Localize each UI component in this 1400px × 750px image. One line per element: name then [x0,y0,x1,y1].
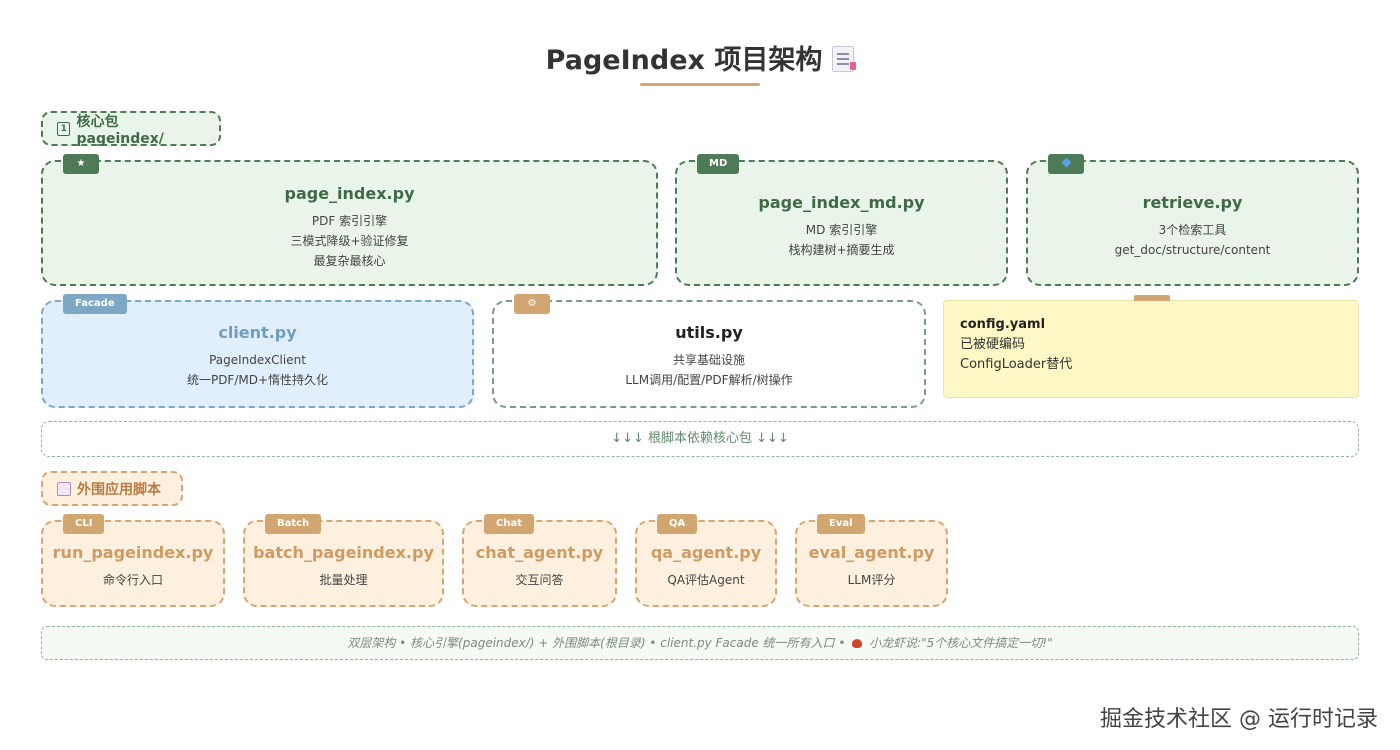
page-index-line-1: PDF 索引引擎 [311,214,388,228]
title-underline [640,83,760,86]
md-tag: MD [697,154,740,174]
dependency-bar: ↓↓↓ 根脚本依赖核心包 ↓↓↓ [41,421,1359,457]
summary-bar: 双层架构 • 核心引擎(pageindex/) + 外围脚本(根目录) • cl… [41,626,1359,660]
retrieve-line-2: get_doc/structure/content [1114,243,1271,257]
gear-icon: ⚙ [514,294,550,314]
page-index-md-line-2: 栈构建树+摘要生成 [788,243,895,257]
client-title: client.py [218,323,297,342]
chat-agent-card: Chat chat_agent.py 交互问答 [462,514,617,607]
retrieve-title: retrieve.py [1142,193,1243,212]
utils-line-1: 共享基础设施 [672,353,745,367]
qa-tag: QA [657,514,698,534]
config-note-line-1: 已被硬编码 [960,337,1026,352]
document-icon [832,46,857,72]
run-pageindex-card: CLI run_pageindex.py 命令行入口 [41,514,225,607]
client-line-2: 统一PDF/MD+惰性持久化 [186,373,329,387]
chat-agent-title: chat_agent.py [475,543,604,562]
retrieve-line-1: 3个检索工具 [1158,223,1227,237]
page-index-line-2: 三模式降级+验证修复 [290,234,409,248]
memo-icon [57,481,71,496]
facade-tag: Facade [63,294,127,314]
client-card: Facade client.py PageIndexClient 统一PDF/M… [41,294,474,408]
batch-pageindex-desc: 批量处理 [319,573,368,587]
eval-tag: Eval [817,514,865,534]
eval-agent-title: eval_agent.py [808,543,935,562]
run-pageindex-title: run_pageindex.py [52,543,214,562]
core-package-label-text: 核心包 pageindex/ [76,113,164,147]
diagram-title: PageIndex 项目架构 [0,38,1400,77]
utils-line-2: LLM调用/配置/PDF解析/树操作 [625,373,793,387]
utils-card: ⚙ utils.py 共享基础设施 LLM调用/配置/PDF解析/树操作 [492,294,926,408]
page-index-line-3: 最复杂最核心 [313,254,386,268]
core-package-label: 1 核心包 pageindex/ [41,111,221,147]
client-line-1: PageIndexClient [209,353,306,367]
run-pageindex-desc: 命令行入口 [102,573,163,587]
batch-tag: Batch [265,514,322,534]
config-note-line-2: ConfigLoader替代 [960,357,1073,372]
batch-pageindex-card: Batch batch_pageindex.py 批量处理 [243,514,444,607]
architecture-diagram: PageIndex 项目架构 1 核心包 pageindex/ ★ page_i… [0,0,1400,750]
external-scripts-label: 外围应用脚本 [41,471,183,506]
chat-agent-desc: 交互问答 [515,573,564,587]
config-note-title: config.yaml [960,317,1046,332]
eval-agent-desc: LLM评分 [847,573,896,587]
blue-diamond-icon [1061,157,1071,168]
star-icon: ★ [63,154,99,174]
title-text: PageIndex 项目架构 [545,45,823,76]
qa-agent-card: QA qa_agent.py QA评估Agent [635,514,777,607]
utils-title: utils.py [675,323,743,342]
page-index-title: page_index.py [284,184,415,203]
external-scripts-label-text: 外围应用脚本 [77,481,161,498]
page-index-md-line-1: MD 索引引擎 [805,223,878,237]
number-one-icon: 1 [57,121,71,136]
watermark: 掘金技术社区 @ 运行时记录 [1100,707,1378,732]
page-index-md-title: page_index_md.py [758,193,925,212]
batch-pageindex-title: batch_pageindex.py [253,543,434,562]
eval-agent-card: Eval eval_agent.py LLM评分 [795,514,948,607]
diamond-icon [1048,154,1084,174]
crab-icon [852,639,863,648]
cli-tag: CLI [63,514,105,534]
summary-text-before: 双层架构 • 核心引擎(pageindex/) + 外围脚本(根目录) • cl… [347,636,846,650]
page-index-md-card: MD page_index_md.py MD 索引引擎 栈构建树+摘要生成 [675,154,1008,286]
note-pin [1134,295,1170,301]
config-note: config.yaml 已被硬编码 ConfigLoader替代 [943,295,1359,398]
retrieve-card: retrieve.py 3个检索工具 get_doc/structure/con… [1026,154,1359,286]
qa-agent-title: qa_agent.py [650,543,762,562]
page-index-card: ★ page_index.py PDF 索引引擎 三模式降级+验证修复 最复杂最… [41,154,658,286]
qa-agent-desc: QA评估Agent [667,573,745,587]
summary-text-after: 小龙虾说:"5个核心文件搞定一切!" [869,636,1053,650]
chat-tag: Chat [484,514,534,534]
